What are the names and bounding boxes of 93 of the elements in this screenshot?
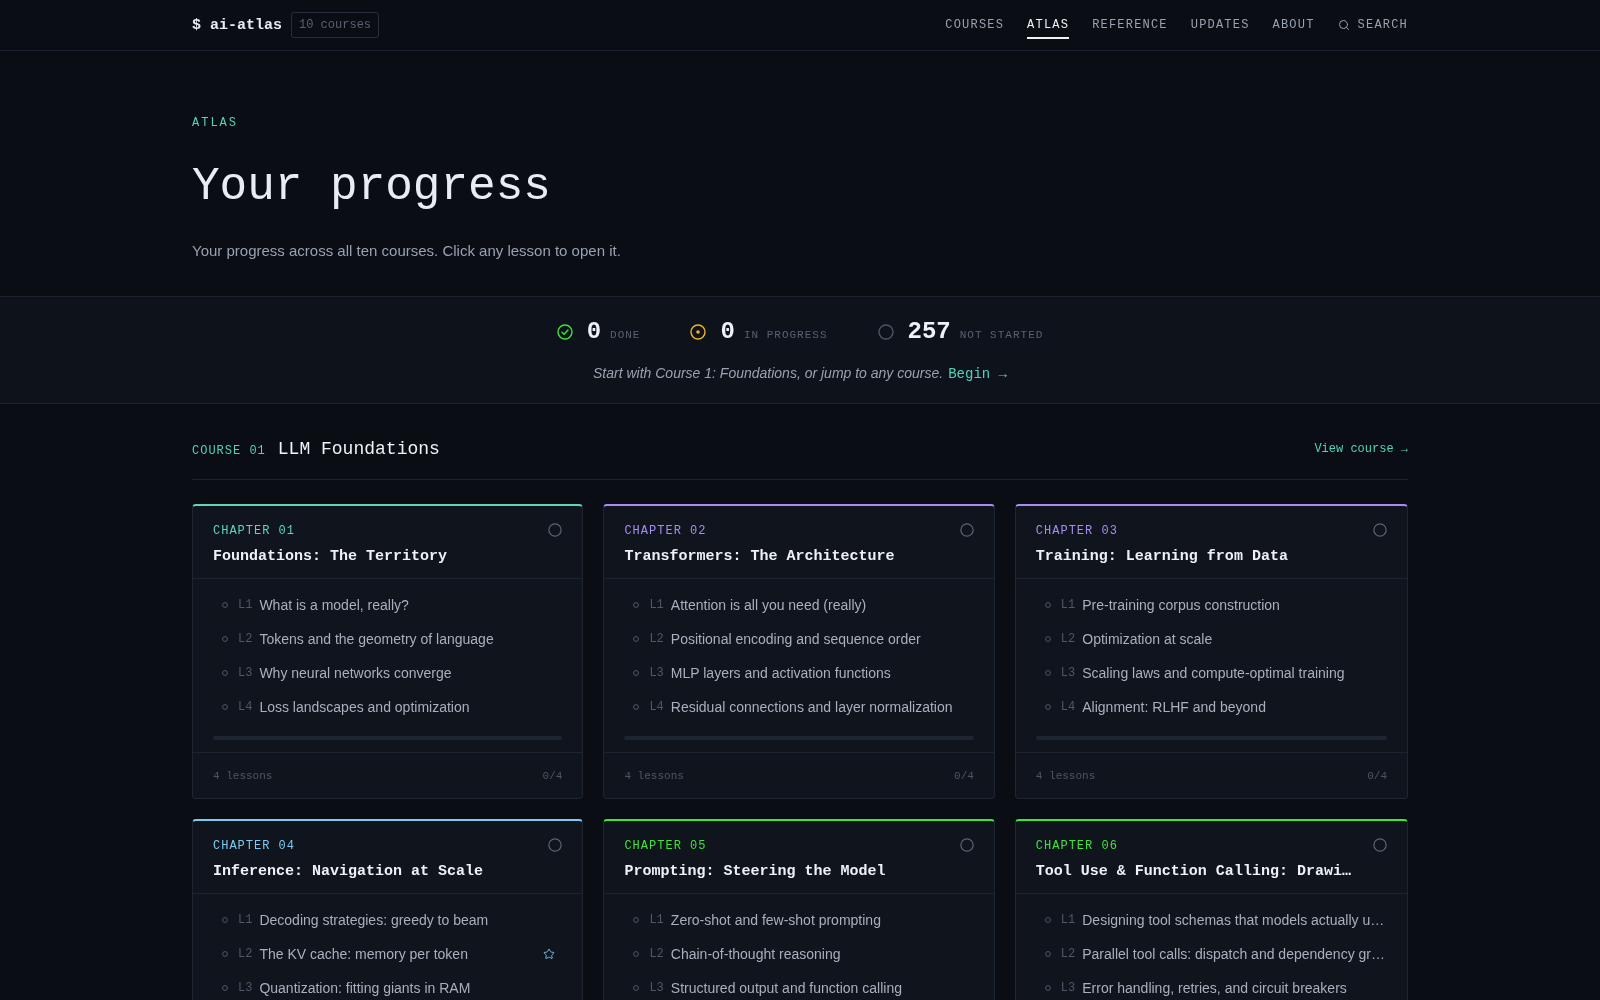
lesson-number: L3 xyxy=(1060,981,1076,995)
lesson-link[interactable]: Loss landscapes and optimization xyxy=(259,698,561,716)
lesson-link[interactable]: What is a model, really? xyxy=(259,596,561,614)
chapter-card[interactable]: CHAPTER 03 Training: Learning from Data L1 Pre-training corpus construction L2 Optimization at scale L3 Scaling laws and compute-optimal training L4 Alignment: RLHF and beyond 4 lessons 0/4 xyxy=(1014,504,1408,799)
completion-count: 0/4 xyxy=(1367,769,1387,782)
check-circle-icon xyxy=(556,324,573,340)
nav-link[interactable]: COURSES xyxy=(945,0,1005,39)
stat-count: 0 xyxy=(586,317,602,347)
lesson-number: L1 xyxy=(238,598,253,612)
lesson-link[interactable]: Optimization at scale xyxy=(1082,630,1385,648)
lesson-link[interactable]: Alignment: RLHF and beyond xyxy=(1082,698,1385,716)
chapter-title: Training: Learning from Data xyxy=(1035,547,1288,567)
page-subtitle: Your progress across all ten courses. Click any lesson to open it. xyxy=(192,241,621,261)
search-link[interactable]: SEARCH xyxy=(1337,0,1408,39)
lesson-number: L2 xyxy=(238,947,253,961)
search-icon xyxy=(1337,19,1350,31)
chapter-card[interactable]: CHAPTER 05 Prompting: Steering the Model L1 Zero-shot and few-shot prompting L2 Chain-of-thought reasoning L3 Structured output and function calling xyxy=(603,819,995,1000)
stat-count: 0 xyxy=(720,317,735,347)
lesson-count: 4 lessons xyxy=(213,769,273,782)
chapter-number: CHAPTER 01 xyxy=(213,523,295,539)
lesson-link[interactable]: MLP layers and activation functions xyxy=(670,664,972,682)
chapter-title: Inference: Navigation at Scale xyxy=(213,862,484,882)
nav-link[interactable]: UPDATES xyxy=(1190,0,1250,39)
chapter-title: Foundations: The Territory xyxy=(213,547,448,567)
chapter-card[interactable]: CHAPTER 04 Inference: Navigation at Scale L1 Decoding strategies: greedy to beam L2 The KV cache: memory per token L3 Quantization: fitting giants in RAM xyxy=(192,819,584,1000)
nav-link[interactable]: REFERENCE xyxy=(1092,0,1168,39)
lesson-link[interactable]: Residual connections and layer normalization xyxy=(670,698,972,716)
lesson-count: 4 lessons xyxy=(624,769,684,782)
lesson-link[interactable]: Positional encoding and sequence order xyxy=(670,630,972,648)
chapter-card[interactable]: CHAPTER 06 Tool Use & Function Calling: Drawi… L1 Designing tool schemas that models actually u… L2 Parallel tool calls: dispatch and dependency gr… L3 Error handling, retries, and circuit breakers xyxy=(1014,819,1408,1000)
lesson-link[interactable]: Zero-shot and few-shot prompting xyxy=(670,911,972,929)
course-count-tag: 10 courses xyxy=(291,12,380,38)
nav-link[interactable]: ABOUT xyxy=(1272,0,1315,39)
chapter-number: CHAPTER 06 xyxy=(1035,838,1118,854)
lesson-link[interactable]: Why neural networks converge xyxy=(259,664,561,682)
lesson-link[interactable]: Decoding strategies: greedy to beam xyxy=(259,911,561,929)
lesson-link[interactable]: Attention is all you need (really) xyxy=(670,596,972,614)
lesson-number: L3 xyxy=(1060,666,1076,680)
lesson-number: L1 xyxy=(649,598,664,612)
lesson-number: L2 xyxy=(649,947,664,961)
lesson-number: L2 xyxy=(1060,947,1076,961)
course-title: LLM Foundations xyxy=(277,438,440,461)
chapter-card[interactable]: CHAPTER 01 Foundations: The Territory L1 What is a model, really? L2 Tokens and the geometry of language L3 Why neural networks converge L4 Loss landscapes and optimization 4 lessons 0/4 xyxy=(192,504,584,799)
lesson-link[interactable]: Pre-training corpus construction xyxy=(1082,596,1385,614)
begin-link[interactable]: Begin → xyxy=(948,366,1007,382)
lesson-number: L4 xyxy=(238,700,253,714)
lesson-link[interactable]: Error handling, retries, and circuit breakers xyxy=(1082,979,1385,997)
lesson-number: L1 xyxy=(649,913,664,927)
section-eyebrow: ATLAS xyxy=(192,115,238,131)
lesson-link[interactable]: Designing tool schemas that models actually u… xyxy=(1082,911,1385,929)
lesson-number: L3 xyxy=(238,666,253,680)
chapter-number: CHAPTER 05 xyxy=(624,838,707,854)
lesson-link[interactable]: Structured output and function calling xyxy=(670,979,972,997)
lesson-link[interactable]: Scaling laws and compute-optimal training xyxy=(1082,664,1385,682)
lesson-number: L3 xyxy=(238,981,253,995)
lesson-number: L2 xyxy=(238,632,253,646)
lesson-number: L1 xyxy=(1060,598,1076,612)
stat-count: 257 xyxy=(907,317,951,347)
course-number: COURSE 01 xyxy=(192,444,266,458)
chapter-card[interactable] xyxy=(603,504,995,799)
star-icon[interactable] xyxy=(543,948,556,960)
lesson-number: L1 xyxy=(1060,913,1076,927)
view-course-link[interactable]: View course → xyxy=(1314,442,1408,456)
hint-text: Start with Course 1: Foundations, or jump to any course. xyxy=(593,364,944,383)
lesson-link[interactable]: Parallel tool calls: dispatch and dependency gr… xyxy=(1082,945,1385,963)
chapter-title: Transformers: The Architecture xyxy=(624,547,895,567)
brand-logo[interactable]: $ ai-atlas xyxy=(192,16,282,34)
chapter-title: Prompting: Steering the Model xyxy=(624,862,886,882)
page-title: Your progress xyxy=(192,162,551,213)
lesson-number: L1 xyxy=(238,913,253,927)
completion-count: 0/4 xyxy=(954,769,974,782)
chapter-number: CHAPTER 03 xyxy=(1035,523,1118,539)
lesson-number: L4 xyxy=(649,700,664,714)
nav-link[interactable]: ATLAS xyxy=(1027,0,1070,39)
lesson-number: L2 xyxy=(1060,632,1076,646)
lesson-number: L3 xyxy=(649,981,664,995)
lesson-link[interactable]: The KV cache: memory per token xyxy=(259,945,544,963)
completion-count: 0/4 xyxy=(542,769,563,782)
dot-circle-icon xyxy=(690,324,707,340)
lesson-link[interactable]: Tokens and the geometry of language xyxy=(259,630,561,648)
stat-label: DONE xyxy=(610,329,641,341)
chapter-title: Tool Use & Function Calling: Drawi… xyxy=(1035,862,1351,882)
lesson-number: L4 xyxy=(1060,700,1076,714)
stat-label: NOT STARTED xyxy=(959,329,1044,341)
lesson-count: 4 lessons xyxy=(1035,769,1096,782)
lesson-number: L2 xyxy=(649,632,664,646)
chapter-number: CHAPTER 04 xyxy=(213,838,295,854)
stat-label: IN PROGRESS xyxy=(743,329,828,341)
lesson-number: L3 xyxy=(649,666,664,680)
empty-circle-icon xyxy=(877,324,894,340)
lesson-link[interactable]: Chain-of-thought reasoning xyxy=(670,945,972,963)
lesson-link[interactable]: Quantization: fitting giants in RAM xyxy=(259,979,561,997)
chapter-number: CHAPTER 02 xyxy=(624,523,707,539)
